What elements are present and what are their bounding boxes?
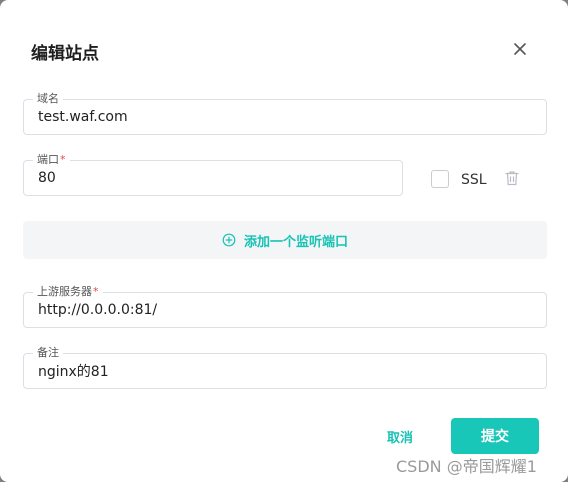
domain-input[interactable] bbox=[24, 100, 546, 134]
edit-site-dialog: 编辑站点 域名 端口* SSL bbox=[0, 0, 568, 482]
port-input[interactable] bbox=[24, 161, 402, 195]
watermark: CSDN @帝国辉耀1 bbox=[396, 457, 537, 476]
remark-field: 备注 bbox=[23, 346, 547, 389]
port-field: 端口* bbox=[23, 153, 403, 196]
plus-circle-icon bbox=[222, 233, 236, 247]
cancel-button[interactable]: 取消 bbox=[373, 420, 427, 452]
add-port-button[interactable]: 添加一个监听端口 bbox=[23, 221, 547, 259]
close-icon[interactable] bbox=[508, 37, 532, 61]
trash-icon[interactable] bbox=[503, 169, 521, 187]
add-port-label: 添加一个监听端口 bbox=[243, 234, 348, 250]
remark-input[interactable] bbox=[24, 354, 546, 388]
ssl-checkbox[interactable] bbox=[431, 170, 449, 188]
upstream-input[interactable] bbox=[24, 293, 546, 327]
domain-field: 域名 bbox=[23, 92, 547, 135]
submit-button[interactable]: 提交 bbox=[451, 418, 539, 454]
upstream-field: 上游服务器* bbox=[23, 285, 547, 328]
ssl-label: SSL bbox=[461, 172, 487, 188]
dialog-title: 编辑站点 bbox=[31, 44, 99, 64]
